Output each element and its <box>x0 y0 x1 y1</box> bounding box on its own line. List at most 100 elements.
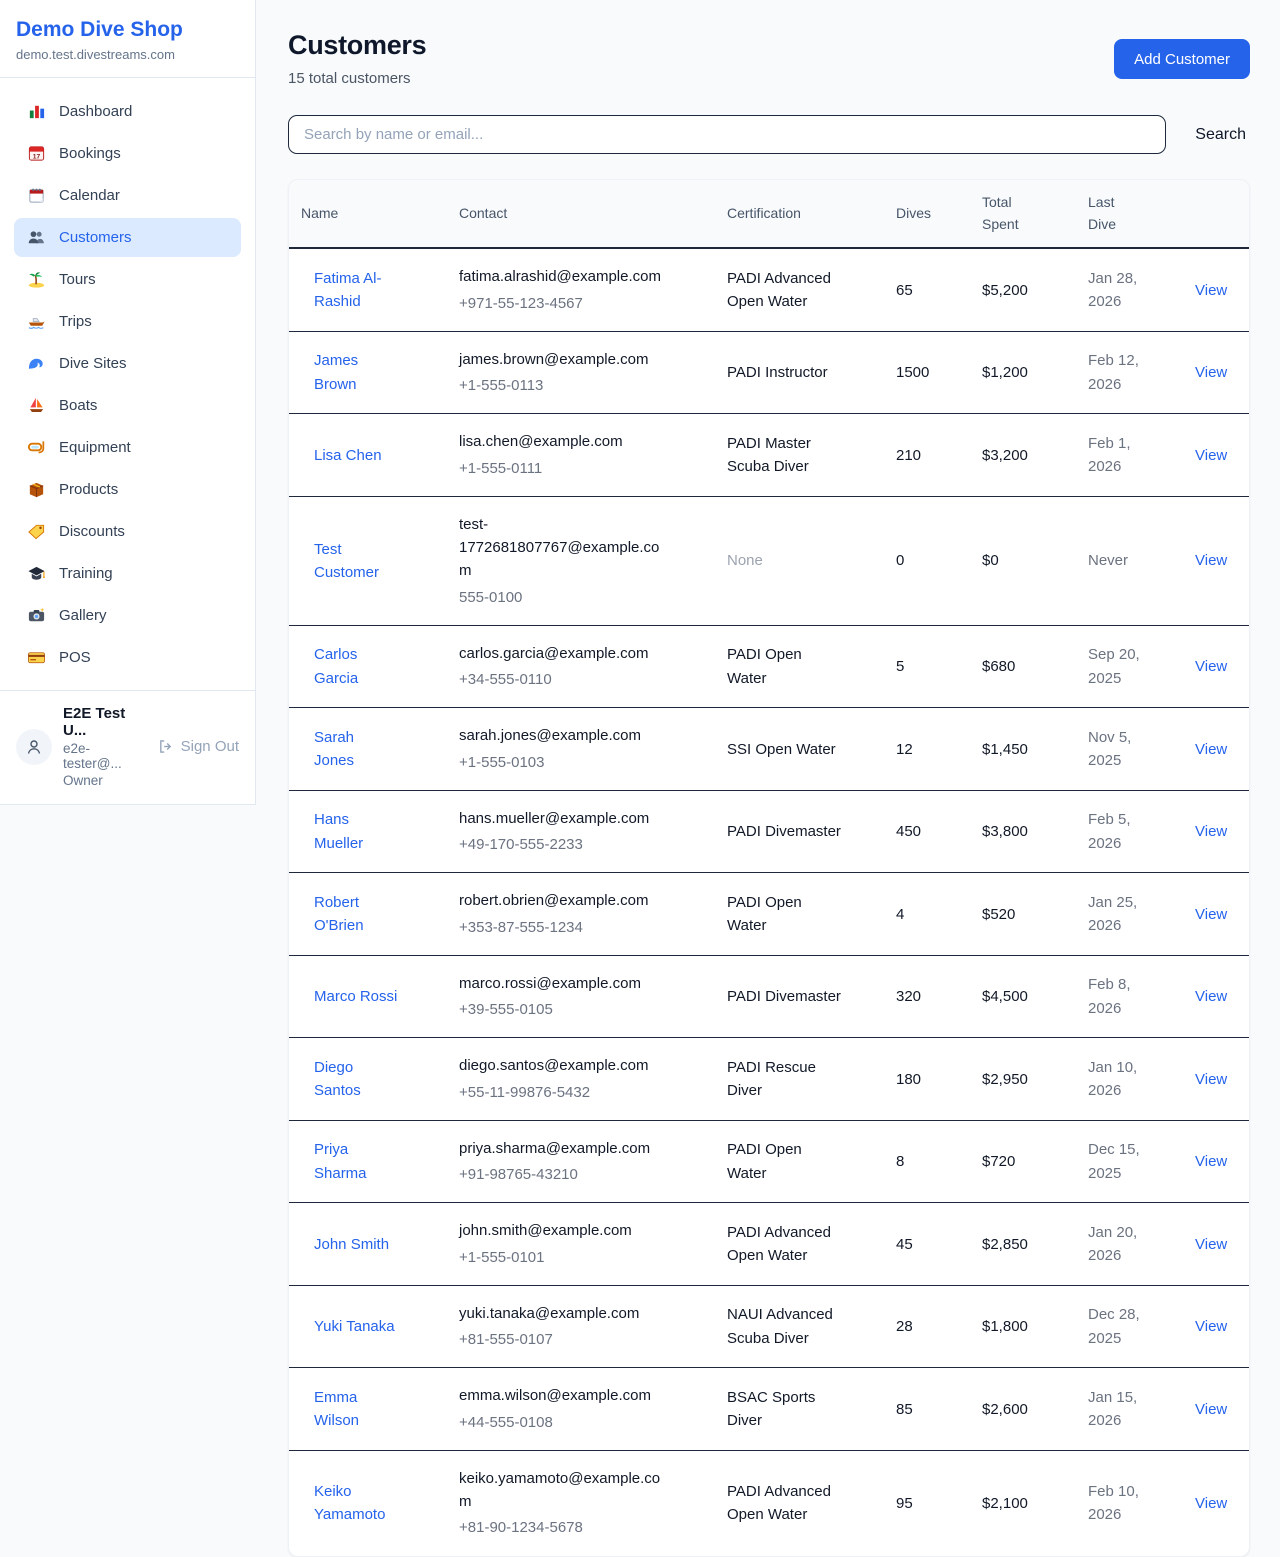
table-row: Priya Sharma priya.sharma@example.com +9… <box>289 1120 1250 1203</box>
view-link[interactable]: View <box>1195 823 1227 840</box>
table-row: Fatima Al-Rashid fatima.alrashid@example… <box>289 248 1250 331</box>
view-link[interactable]: View <box>1195 1495 1227 1512</box>
sidebar-item-discounts[interactable]: Discounts <box>14 512 241 551</box>
sidebar-item-dashboard[interactable]: Dashboard <box>14 92 241 131</box>
customer-phone: +1-555-0103 <box>459 751 703 774</box>
sidebar-item-label: Equipment <box>59 439 131 456</box>
total-spent-cell: $1,450 <box>970 708 1076 791</box>
table-row: John Smith john.smith@example.com +1-555… <box>289 1203 1250 1286</box>
sidebar-item-bookings[interactable]: 17 Bookings <box>14 134 241 173</box>
view-link[interactable]: View <box>1195 1401 1227 1418</box>
camera-icon <box>27 606 46 625</box>
last-dive-cell: Feb 5, 2026 <box>1088 808 1146 855</box>
customer-name-link[interactable]: Fatima Al-Rashid <box>314 267 398 314</box>
dives-cell: 8 <box>884 1120 970 1203</box>
page-title: Customers <box>288 30 426 61</box>
last-dive-cell: Dec 28, 2025 <box>1088 1303 1146 1350</box>
customer-name-link[interactable]: Robert O'Brien <box>314 891 398 938</box>
column-header: Certification <box>715 180 884 248</box>
customer-name-link[interactable]: Lisa Chen <box>314 444 382 467</box>
brand-domain: demo.test.divestreams.com <box>16 47 239 62</box>
view-link[interactable]: View <box>1195 658 1227 675</box>
customers-table: NameContactCertificationDivesTotal Spent… <box>289 180 1250 1556</box>
dives-cell: 45 <box>884 1203 970 1286</box>
customer-phone: +91-98765-43210 <box>459 1163 703 1186</box>
customer-name-link[interactable]: Emma Wilson <box>314 1386 398 1433</box>
view-link[interactable]: View <box>1195 1318 1227 1335</box>
certification-cell: BSAC Sports Diver <box>727 1386 843 1433</box>
sign-out-button[interactable]: Sign Out <box>157 738 239 755</box>
bar-chart-icon <box>27 102 46 121</box>
sidebar-item-customers[interactable]: Customers <box>14 218 241 257</box>
sidebar-item-boats[interactable]: Boats <box>14 386 241 425</box>
sidebar-item-dive-sites[interactable]: Dive Sites <box>14 344 241 383</box>
customer-name-link[interactable]: Yuki Tanaka <box>314 1315 395 1338</box>
last-dive-cell: Never <box>1088 549 1146 572</box>
view-link[interactable]: View <box>1195 282 1227 299</box>
search-row: Search <box>288 115 1250 154</box>
customer-name-link[interactable]: Priya Sharma <box>314 1138 398 1185</box>
customer-name-link[interactable]: Diego Santos <box>314 1056 398 1103</box>
total-spent-cell: $1,800 <box>970 1285 1076 1368</box>
customer-name-link[interactable]: James Brown <box>314 349 398 396</box>
customer-email: lisa.chen@example.com <box>459 430 664 453</box>
sidebar-item-products[interactable]: Products <box>14 470 241 509</box>
dives-cell: 320 <box>884 955 970 1038</box>
sidebar-item-label: Discounts <box>59 523 125 540</box>
table-row: Emma Wilson emma.wilson@example.com +44-… <box>289 1368 1250 1451</box>
last-dive-cell: Feb 8, 2026 <box>1088 973 1146 1020</box>
customer-name-link[interactable]: Hans Mueller <box>314 808 398 855</box>
dives-cell: 180 <box>884 1038 970 1121</box>
column-header: Dives <box>884 180 970 248</box>
last-dive-cell: Dec 15, 2025 <box>1088 1138 1146 1185</box>
sidebar-item-gallery[interactable]: Gallery <box>14 596 241 635</box>
table-row: Robert O'Brien robert.obrien@example.com… <box>289 873 1250 956</box>
search-input[interactable] <box>288 115 1166 154</box>
view-link[interactable]: View <box>1195 906 1227 923</box>
palm-island-icon <box>27 270 46 289</box>
customer-name-link[interactable]: John Smith <box>314 1233 389 1256</box>
sidebar-item-pos[interactable]: POS <box>14 638 241 677</box>
sidebar-item-calendar[interactable]: Calendar <box>14 176 241 215</box>
customer-email: keiko.yamamoto@example.com <box>459 1467 664 1514</box>
sidebar-item-label: Dashboard <box>59 103 132 120</box>
total-spent-cell: $680 <box>970 625 1076 708</box>
view-link[interactable]: View <box>1195 1236 1227 1253</box>
customer-name-link[interactable]: Marco Rossi <box>314 985 397 1008</box>
dives-cell: 85 <box>884 1368 970 1451</box>
view-link[interactable]: View <box>1195 1071 1227 1088</box>
sidebar-item-training[interactable]: Training <box>14 554 241 593</box>
view-link[interactable]: View <box>1195 1153 1227 1170</box>
total-spent-cell: $5,200 <box>970 248 1076 331</box>
person-icon <box>24 737 44 757</box>
sidebar-item-label: POS <box>59 649 91 666</box>
add-customer-button[interactable]: Add Customer <box>1114 39 1250 79</box>
sidebar-item-tours[interactable]: Tours <box>14 260 241 299</box>
table-row: James Brown james.brown@example.com +1-5… <box>289 331 1250 414</box>
view-link[interactable]: View <box>1195 552 1227 569</box>
customer-name-link[interactable]: Carlos Garcia <box>314 643 398 690</box>
view-link[interactable]: View <box>1195 988 1227 1005</box>
certification-cell: NAUI Advanced Scuba Diver <box>727 1303 843 1350</box>
sidebar-item-label: Customers <box>59 229 132 246</box>
customer-email: carlos.garcia@example.com <box>459 642 664 665</box>
calendar-icon: 17 <box>27 144 46 163</box>
customer-name-link[interactable]: Test Customer <box>314 538 398 585</box>
sidebar-item-label: Tours <box>59 271 96 288</box>
total-spent-cell: $4,500 <box>970 955 1076 1038</box>
sidebar-item-label: Dive Sites <box>59 355 127 372</box>
sidebar-item-label: Trips <box>59 313 92 330</box>
view-link[interactable]: View <box>1195 364 1227 381</box>
customer-email: sarah.jones@example.com <box>459 724 664 747</box>
view-link[interactable]: View <box>1195 447 1227 464</box>
search-button[interactable]: Search <box>1191 126 1250 144</box>
sidebar-item-label: Calendar <box>59 187 120 204</box>
customer-name-link[interactable]: Sarah Jones <box>314 726 398 773</box>
diving-mask-icon <box>27 438 46 457</box>
certification-cell: SSI Open Water <box>727 738 843 761</box>
sidebar-item-trips[interactable]: Trips <box>14 302 241 341</box>
sidebar-item-equipment[interactable]: Equipment <box>14 428 241 467</box>
customer-email: robert.obrien@example.com <box>459 889 664 912</box>
customer-name-link[interactable]: Keiko Yamamoto <box>314 1480 398 1527</box>
view-link[interactable]: View <box>1195 741 1227 758</box>
